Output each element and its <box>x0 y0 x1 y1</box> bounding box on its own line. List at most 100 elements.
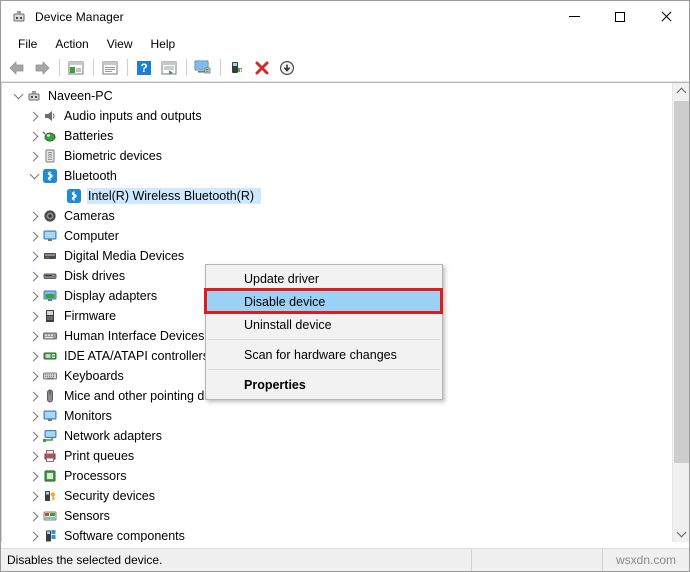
scrollbar-thumb[interactable] <box>674 101 689 463</box>
chevron-right-icon[interactable] <box>26 528 42 542</box>
toolbar-separator <box>127 59 128 76</box>
menu-action[interactable]: Action <box>46 35 97 53</box>
device-tree-item[interactable]: Processors <box>2 466 672 486</box>
chevron-right-icon[interactable] <box>26 448 42 464</box>
security-device-icon <box>42 488 58 504</box>
device-tree-item-label: Computer <box>64 229 119 243</box>
scroll-down-icon[interactable] <box>673 525 689 542</box>
device-tree-item[interactable]: Batteries <box>2 126 672 146</box>
chevron-down-icon[interactable] <box>26 168 42 184</box>
chevron-down-icon[interactable] <box>10 88 26 104</box>
maximize-button[interactable] <box>597 1 643 32</box>
device-tree-item[interactable]: Monitors <box>2 406 672 426</box>
device-tree-item[interactable]: Software components <box>2 526 672 542</box>
chevron-right-icon[interactable] <box>26 468 42 484</box>
chevron-right-icon[interactable] <box>26 208 42 224</box>
menu-bar: File Action View Help <box>1 33 689 54</box>
chevron-right-icon[interactable] <box>26 288 42 304</box>
device-tree-item-label: Batteries <box>64 129 114 143</box>
device-tree-item-label: Software components <box>64 529 185 542</box>
chevron-right-icon[interactable] <box>26 368 42 384</box>
media-device-icon <box>42 248 58 264</box>
show-hide-console-tree-icon[interactable] <box>64 56 88 79</box>
device-tree-item[interactable]: Network adapters <box>2 426 672 446</box>
context-menu-item[interactable]: Update driver <box>206 267 442 290</box>
chevron-right-icon[interactable] <box>26 408 42 424</box>
device-tree-item[interactable]: Print queues <box>2 446 672 466</box>
minimize-button[interactable] <box>551 1 597 32</box>
chevron-right-icon[interactable] <box>26 228 42 244</box>
chevron-right-icon[interactable] <box>26 348 42 364</box>
device-tree-item[interactable]: Biometric devices <box>2 146 672 166</box>
device-tree-item-label: Print queues <box>64 449 135 463</box>
bluetooth-icon <box>66 188 82 204</box>
device-tree-item[interactable]: Digital Media Devices <box>2 246 672 266</box>
watermark: wsxdn.com <box>602 549 689 571</box>
chevron-right-icon[interactable] <box>26 488 42 504</box>
chevron-right-icon[interactable] <box>26 308 42 324</box>
chevron-right-icon[interactable] <box>26 508 42 524</box>
device-tree-item-label: Security devices <box>64 489 156 503</box>
title-bar: Device Manager <box>1 1 689 33</box>
display-adapter-icon <box>42 288 58 304</box>
disk-drive-icon <box>42 268 58 284</box>
device-tree-item-label: Intel(R) Wireless Bluetooth(R) <box>86 188 262 204</box>
context-menu-item[interactable]: Scan for hardware changes <box>206 343 442 366</box>
keyboard-icon <box>42 368 58 384</box>
view-icon[interactable] <box>157 56 181 79</box>
monitor-icon <box>42 228 58 244</box>
chevron-right-icon[interactable] <box>26 128 42 144</box>
device-tree-item[interactable]: Security devices <box>2 486 672 506</box>
menu-help[interactable]: Help <box>142 35 185 53</box>
forward-icon[interactable] <box>30 56 54 79</box>
back-icon[interactable] <box>5 56 29 79</box>
device-tree-item[interactable]: Cameras <box>2 206 672 226</box>
status-bar: Disables the selected device. wsxdn.com <box>1 548 689 571</box>
uninstall-device-icon[interactable] <box>250 56 274 79</box>
context-menu[interactable]: Update driver Disable device Uninstall dev… <box>205 264 443 400</box>
device-tree-item[interactable]: Intel(R) Wireless Bluetooth(R) <box>2 186 672 206</box>
device-tree-item[interactable]: Bluetooth <box>2 166 672 186</box>
minimize-icon <box>568 16 580 17</box>
bluetooth-icon <box>42 168 58 184</box>
scroll-up-icon[interactable] <box>673 83 689 100</box>
update-driver-icon[interactable] <box>225 56 249 79</box>
chevron-right-icon[interactable] <box>26 428 42 444</box>
chevron-right-icon[interactable] <box>26 388 42 404</box>
context-menu-item[interactable]: Properties <box>206 373 442 396</box>
device-tree-item[interactable]: Computer <box>2 226 672 246</box>
vertical-scrollbar[interactable] <box>672 83 689 542</box>
device-tree-item-label: Keyboards <box>64 369 124 383</box>
device-tree-item[interactable]: Audio inputs and outputs <box>2 106 672 126</box>
device-manager-window: Device Manager File Action View Help ? N… <box>0 0 690 572</box>
device-tree-item-label: Digital Media Devices <box>64 249 185 263</box>
maximize-icon <box>615 11 625 22</box>
device-tree-item[interactable]: Sensors <box>2 506 672 526</box>
toolbar-separator <box>93 59 94 76</box>
device-tree-item[interactable]: Naveen-PC <box>2 86 672 106</box>
firmware-icon <box>42 308 58 324</box>
ide-controller-icon <box>42 348 58 364</box>
device-tree-item-label: Biometric devices <box>64 149 162 163</box>
context-menu-separator <box>208 369 440 370</box>
toolbar: ? <box>1 54 689 82</box>
chevron-right-icon[interactable] <box>26 268 42 284</box>
scan-hardware-icon[interactable] <box>191 56 215 79</box>
window-controls <box>551 1 689 32</box>
properties-icon[interactable] <box>98 56 122 79</box>
chevron-right-icon[interactable] <box>26 248 42 264</box>
menu-view[interactable]: View <box>98 35 142 53</box>
device-tree-item-label: Monitors <box>64 409 112 423</box>
device-tree-item-label: Audio inputs and outputs <box>64 109 202 123</box>
chevron-right-icon[interactable] <box>26 148 42 164</box>
svg-text:?: ? <box>140 61 147 75</box>
chevron-right-icon[interactable] <box>26 328 42 344</box>
help-icon[interactable]: ? <box>132 56 156 79</box>
context-menu-item[interactable]: Uninstall device <box>206 313 442 336</box>
context-menu-item[interactable]: Disable device <box>206 290 442 313</box>
disable-device-icon[interactable] <box>275 56 299 79</box>
menu-file[interactable]: File <box>9 35 46 53</box>
close-button[interactable] <box>643 1 689 32</box>
device-tree-item-label: Display adapters <box>64 289 158 303</box>
chevron-right-icon[interactable] <box>26 108 42 124</box>
